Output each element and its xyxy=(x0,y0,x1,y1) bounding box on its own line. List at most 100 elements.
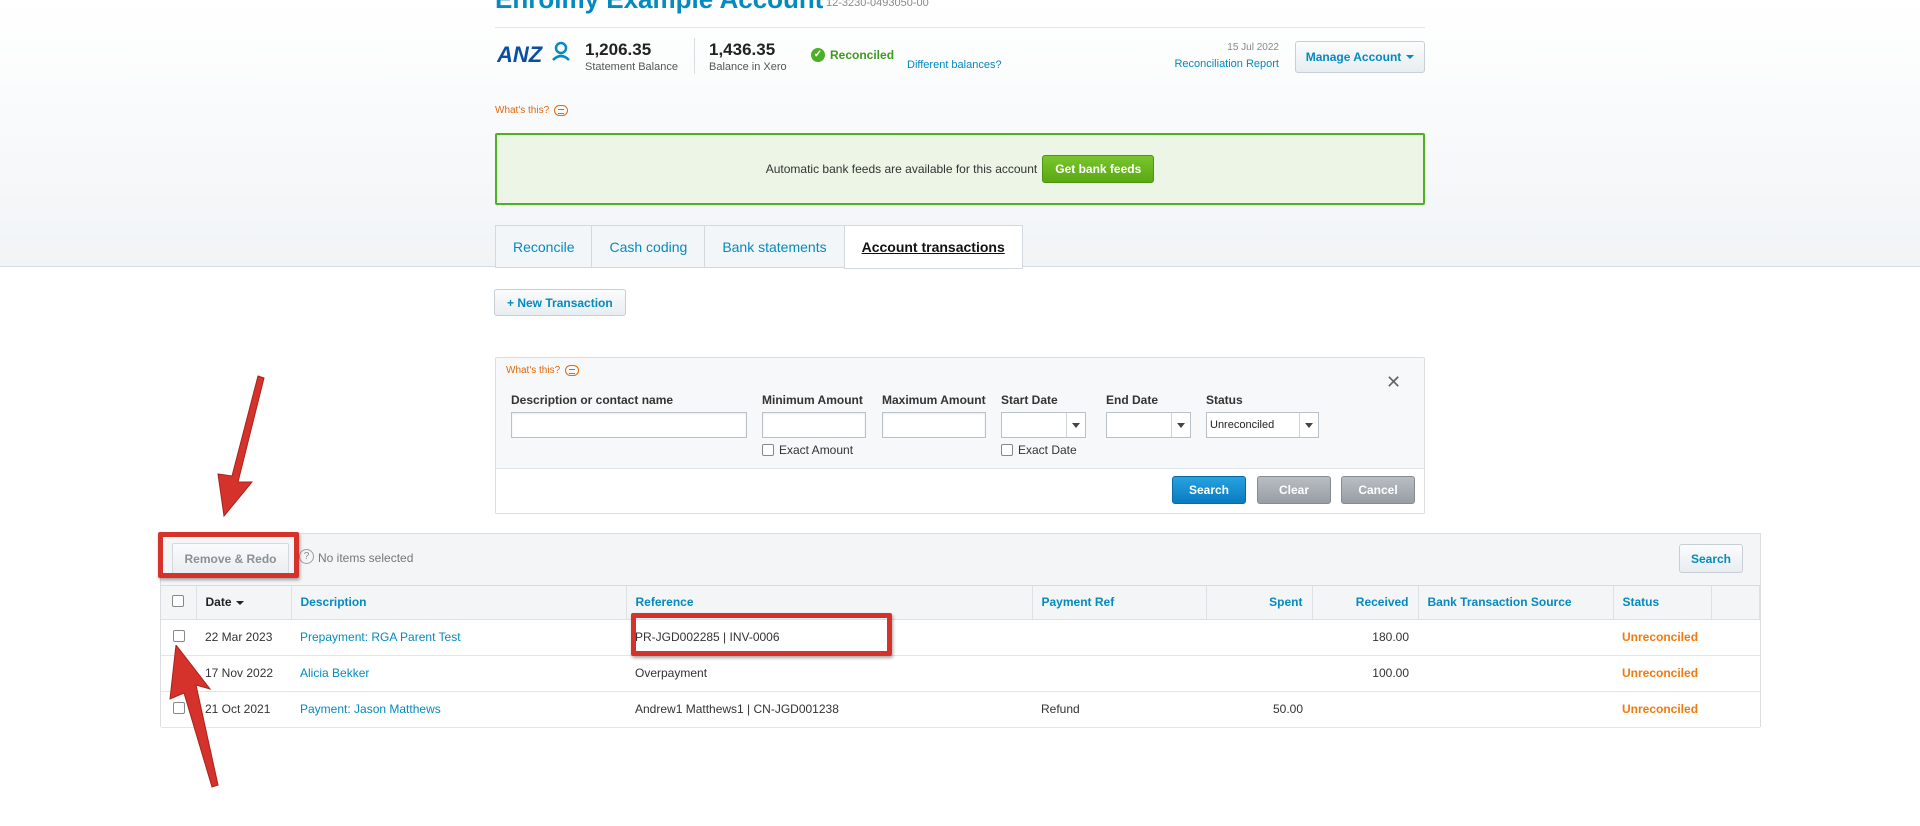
svg-text:ANZ: ANZ xyxy=(497,42,544,67)
bank-feeds-banner: Automatic bank feeds are available for t… xyxy=(495,133,1425,205)
caret-down-icon xyxy=(1406,55,1415,59)
exact-amount-label: Exact Amount xyxy=(779,443,854,457)
row-spent xyxy=(1206,619,1312,656)
row-description: Alicia Bekker xyxy=(291,655,626,692)
column-extra xyxy=(1711,586,1760,620)
tab-bank-statements[interactable]: Bank statements xyxy=(704,225,844,268)
column-payment-ref[interactable]: Payment Ref xyxy=(1032,586,1207,620)
filter-whats-this-label: What's this? xyxy=(506,365,561,376)
account-tabs: Reconcile Cash coding Bank statements Ac… xyxy=(495,225,1023,269)
different-balances-link[interactable]: Different balances? xyxy=(907,59,1002,71)
tab-reconcile[interactable]: Reconcile xyxy=(495,225,592,268)
max-amount-label: Maximum Amount xyxy=(882,393,986,407)
table-header-row: Date Description Reference Payment Ref S… xyxy=(161,586,1760,620)
bank-logo: ANZ xyxy=(496,38,571,68)
check-circle-icon: ✓ xyxy=(811,48,825,62)
sort-desc-icon xyxy=(235,601,244,606)
help-icon[interactable]: ? xyxy=(299,549,314,564)
filter-whats-this-link[interactable]: What's this? xyxy=(506,365,580,376)
column-status[interactable]: Status xyxy=(1613,586,1712,620)
column-date[interactable]: Date xyxy=(196,586,292,620)
row-status: Unreconciled xyxy=(1613,655,1711,692)
tab-account-transactions[interactable]: Account transactions xyxy=(843,225,1023,269)
exact-date-label: Exact Date xyxy=(1018,443,1077,457)
description-input[interactable] xyxy=(511,412,747,438)
end-date-picker[interactable] xyxy=(1106,412,1191,438)
row-source xyxy=(1418,619,1613,656)
header-divider xyxy=(495,27,1425,28)
row-checkbox[interactable] xyxy=(172,629,185,642)
row-received xyxy=(1312,691,1418,728)
column-source[interactable]: Bank Transaction Source xyxy=(1418,586,1614,620)
speech-bubble-icon xyxy=(565,365,580,376)
tab-cash-coding[interactable]: Cash coding xyxy=(591,225,705,268)
statement-balance-label: Statement Balance xyxy=(585,61,678,73)
reconciliation-report-link[interactable]: Reconciliation Report xyxy=(1150,58,1279,70)
dropdown-arrow-icon xyxy=(1072,422,1080,428)
manage-account-label: Manage Account xyxy=(1305,50,1402,64)
start-date-picker[interactable] xyxy=(1001,412,1086,438)
row-payment-ref: Refund xyxy=(1032,691,1206,728)
row-extra xyxy=(1711,655,1760,692)
transactions-grid: Remove & Redo ? No items selected Search… xyxy=(160,533,1761,728)
status-dropdown-button[interactable] xyxy=(1299,413,1318,437)
filter-actions: Search Clear Cancel xyxy=(496,468,1424,513)
row-spent xyxy=(1206,655,1312,692)
account-title[interactable]: Enrolmy Example Account xyxy=(495,0,823,15)
annotation-highlight-remove-redo xyxy=(158,532,299,578)
start-date-dropdown-button[interactable] xyxy=(1066,413,1085,437)
row-status: Unreconciled xyxy=(1613,619,1711,656)
row-description-link[interactable]: Prepayment: RGA Parent Test xyxy=(300,630,461,644)
dropdown-arrow-icon xyxy=(1177,422,1185,428)
filter-cancel-button[interactable]: Cancel xyxy=(1341,476,1415,504)
min-amount-input[interactable] xyxy=(762,412,866,438)
xero-balance-label: Balance in Xero xyxy=(709,61,787,73)
min-amount-label: Minimum Amount xyxy=(762,393,863,407)
get-bank-feeds-button[interactable]: Get bank feeds xyxy=(1042,155,1155,183)
row-received: 180.00 xyxy=(1312,619,1418,656)
row-description: Payment: Jason Matthews xyxy=(291,691,626,728)
statement-balance: 1,206.35 Statement Balance xyxy=(585,40,678,73)
manage-account-button[interactable]: Manage Account xyxy=(1295,41,1425,73)
exact-date-option[interactable]: Exact Date xyxy=(1001,443,1077,457)
select-all-cell xyxy=(161,586,197,620)
annotation-arrow-up xyxy=(169,645,219,788)
row-extra xyxy=(1711,691,1760,728)
exact-amount-checkbox[interactable] xyxy=(762,444,774,456)
column-spent[interactable]: Spent xyxy=(1206,586,1313,620)
column-description[interactable]: Description xyxy=(291,586,627,620)
transactions-table: Date Description Reference Payment Ref S… xyxy=(161,586,1760,728)
select-all-checkbox[interactable] xyxy=(172,594,185,607)
max-amount-input[interactable] xyxy=(882,412,986,438)
dropdown-arrow-icon xyxy=(1305,422,1313,428)
row-extra xyxy=(1711,619,1760,656)
bank-feeds-message: Automatic bank feeds are available for t… xyxy=(765,162,1038,176)
row-description-link[interactable]: Alicia Bekker xyxy=(300,666,369,680)
whats-this-link[interactable]: What's this? xyxy=(495,105,569,116)
new-transaction-button[interactable]: + New Transaction xyxy=(494,289,626,316)
selection-status: No items selected xyxy=(318,551,414,565)
filter-clear-button[interactable]: Clear xyxy=(1257,476,1331,504)
filter-search-button[interactable]: Search xyxy=(1172,476,1246,504)
table-row[interactable]: 22 Mar 2023 Prepayment: RGA Parent Test … xyxy=(161,619,1760,656)
reconciled-label: Reconciled xyxy=(830,48,895,62)
row-reference: Andrew1 Matthews1 | CN-JGD001238 xyxy=(626,691,1032,728)
report-date: 15 Jul 2022 xyxy=(1227,42,1279,53)
grid-search-button[interactable]: Search xyxy=(1679,544,1743,573)
end-date-dropdown-button[interactable] xyxy=(1171,413,1190,437)
exact-amount-option[interactable]: Exact Amount xyxy=(762,443,853,457)
table-row[interactable]: 21 Oct 2021 Payment: Jason Matthews Andr… xyxy=(161,691,1760,728)
row-description-link[interactable]: Payment: Jason Matthews xyxy=(300,702,441,716)
search-filter-panel: What's this? Description or contact name… xyxy=(495,357,1425,514)
start-date-label: Start Date xyxy=(1001,393,1058,407)
column-received[interactable]: Received xyxy=(1312,586,1419,620)
row-received: 100.00 xyxy=(1312,655,1418,692)
table-row[interactable]: 17 Nov 2022 Alicia Bekker Overpayment 10… xyxy=(161,655,1760,692)
status-select[interactable]: Unreconciled xyxy=(1206,412,1319,438)
exact-date-checkbox[interactable] xyxy=(1001,444,1013,456)
speech-bubble-icon xyxy=(554,105,569,116)
annotation-highlight-reference xyxy=(631,613,892,656)
close-icon[interactable]: ✕ xyxy=(1386,372,1401,393)
reconciled-status: ✓ Reconciled xyxy=(811,48,894,62)
row-source xyxy=(1418,691,1613,728)
